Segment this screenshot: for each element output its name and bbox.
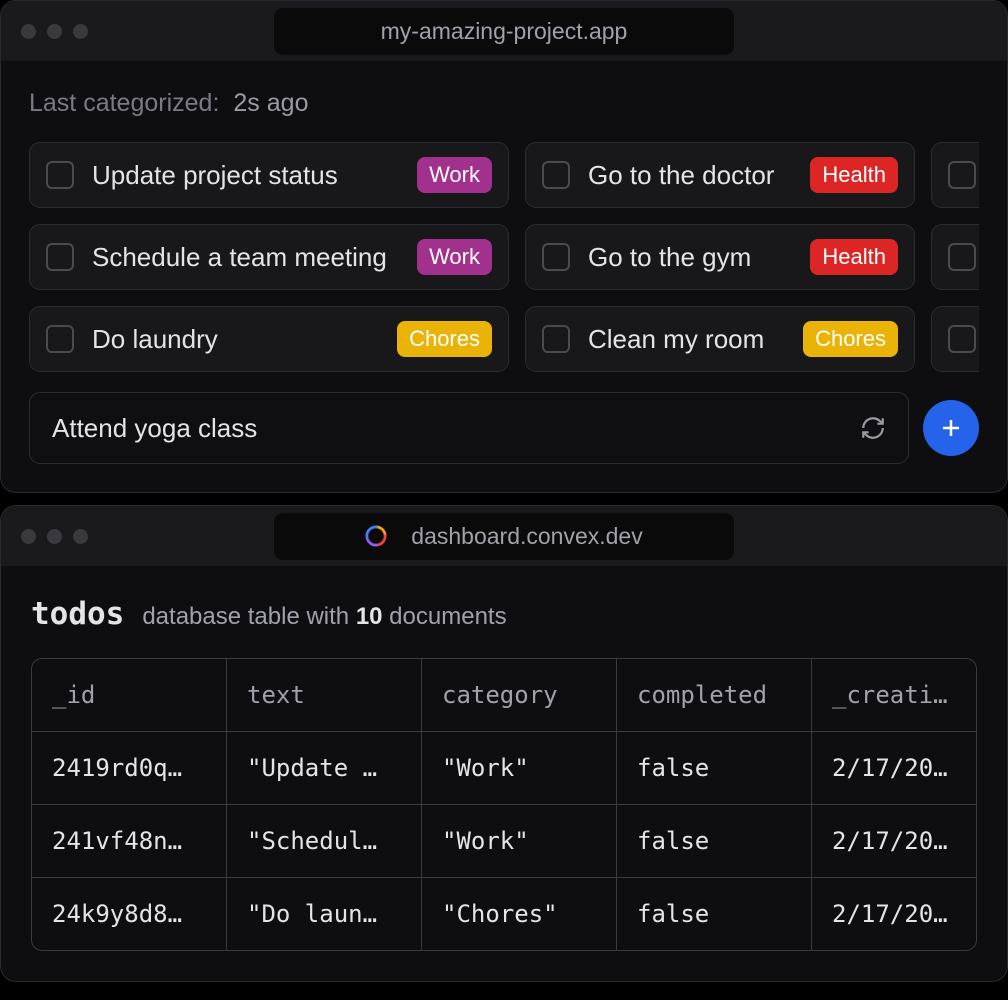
- cell-creation-time: 2/17/202…: [812, 878, 976, 950]
- todo-item[interactable]: Update project status Work: [29, 142, 509, 208]
- column-header[interactable]: _id: [32, 659, 227, 731]
- table-header-row: _id text category completed _creationTim: [32, 659, 976, 732]
- todo-checkbox[interactable]: [542, 325, 570, 353]
- todo-item-partial[interactable]: [931, 224, 979, 290]
- todo-item-partial[interactable]: [931, 142, 979, 208]
- plus-icon: [939, 416, 963, 440]
- todo-item[interactable]: Clean my room Chores: [525, 306, 915, 372]
- status-label: Last categorized:: [29, 89, 219, 118]
- app-titlebar: my-amazing-project.app: [1, 1, 1007, 61]
- cell-completed: false: [617, 878, 812, 950]
- category-badge: Work: [417, 157, 492, 193]
- cell-id: 241vf48n…: [32, 805, 227, 877]
- category-badge: Chores: [803, 321, 898, 357]
- traffic-lights: [21, 24, 88, 39]
- close-window-icon[interactable]: [21, 24, 36, 39]
- minimize-window-icon[interactable]: [47, 529, 62, 544]
- cell-creation-time: 2/17/202…: [812, 805, 976, 877]
- cell-creation-time: 2/17/202…: [812, 732, 976, 804]
- table-row[interactable]: 24k9y8d8… "Do laun… "Chores" false 2/17/…: [32, 878, 976, 950]
- todo-item[interactable]: Go to the gym Health: [525, 224, 915, 290]
- new-todo-input[interactable]: Attend yoga class: [29, 392, 909, 464]
- dashboard-window: dashboard.convex.dev todos database tabl…: [0, 505, 1008, 982]
- todo-checkbox[interactable]: [542, 161, 570, 189]
- cell-completed: false: [617, 805, 812, 877]
- todo-text: Do laundry: [92, 324, 379, 355]
- todo-text: Go to the doctor: [588, 160, 792, 191]
- table-row[interactable]: 241vf48n… "Schedul… "Work" false 2/17/20…: [32, 805, 976, 878]
- cell-completed: false: [617, 732, 812, 804]
- maximize-window-icon[interactable]: [73, 24, 88, 39]
- todo-checkbox[interactable]: [542, 243, 570, 271]
- cell-text: "Schedul…: [227, 805, 422, 877]
- table-row[interactable]: 2419rd0q… "Update … "Work" false 2/17/20…: [32, 732, 976, 805]
- cell-id: 24k9y8d8…: [32, 878, 227, 950]
- cell-category: "Work": [422, 805, 617, 877]
- maximize-window-icon[interactable]: [73, 529, 88, 544]
- column-header[interactable]: text: [227, 659, 422, 731]
- todo-item[interactable]: Go to the doctor Health: [525, 142, 915, 208]
- category-badge: Health: [810, 157, 898, 193]
- todo-text: Go to the gym: [588, 242, 792, 273]
- input-value: Attend yoga class: [52, 413, 257, 444]
- cell-category: "Work": [422, 732, 617, 804]
- todo-checkbox[interactable]: [46, 325, 74, 353]
- todo-text: Update project status: [92, 160, 399, 191]
- todo-checkbox[interactable]: [948, 161, 976, 189]
- cell-text: "Do laun…: [227, 878, 422, 950]
- todo-grid: Update project status Work Go to the doc…: [29, 142, 979, 372]
- close-window-icon[interactable]: [21, 529, 36, 544]
- minimize-window-icon[interactable]: [47, 24, 62, 39]
- cell-category: "Chores": [422, 878, 617, 950]
- column-header[interactable]: _creationTim: [812, 659, 976, 731]
- column-header[interactable]: category: [422, 659, 617, 731]
- status-line: Last categorized: 2s ago: [29, 89, 979, 118]
- refresh-icon[interactable]: [860, 415, 886, 441]
- address-bar[interactable]: my-amazing-project.app: [274, 8, 734, 55]
- todo-checkbox[interactable]: [948, 243, 976, 271]
- traffic-lights: [21, 529, 88, 544]
- app-window: my-amazing-project.app Last categorized:…: [0, 0, 1008, 493]
- dashboard-titlebar: dashboard.convex.dev: [1, 506, 1007, 566]
- table-description: database table with 10 documents: [142, 603, 506, 631]
- convex-logo-icon: [365, 525, 387, 547]
- address-url: dashboard.convex.dev: [411, 523, 642, 550]
- category-badge: Chores: [397, 321, 492, 357]
- status-value: 2s ago: [233, 89, 308, 118]
- todo-checkbox[interactable]: [46, 243, 74, 271]
- add-todo-button[interactable]: [923, 400, 979, 456]
- category-badge: Work: [417, 239, 492, 275]
- new-todo-row: Attend yoga class: [29, 392, 979, 464]
- todo-item[interactable]: Schedule a team meeting Work: [29, 224, 509, 290]
- todo-item[interactable]: Do laundry Chores: [29, 306, 509, 372]
- column-header[interactable]: completed: [617, 659, 812, 731]
- todo-text: Schedule a team meeting: [92, 242, 399, 273]
- table-name: todos: [31, 596, 124, 632]
- cell-text: "Update …: [227, 732, 422, 804]
- todo-checkbox[interactable]: [46, 161, 74, 189]
- database-table: _id text category completed _creationTim…: [31, 658, 977, 951]
- cell-id: 2419rd0q…: [32, 732, 227, 804]
- todo-text: Clean my room: [588, 324, 785, 355]
- table-title-row: todos database table with 10 documents: [31, 596, 977, 632]
- category-badge: Health: [810, 239, 898, 275]
- todo-item-partial[interactable]: [931, 306, 979, 372]
- address-url: my-amazing-project.app: [381, 18, 628, 45]
- address-bar[interactable]: dashboard.convex.dev: [274, 513, 734, 560]
- todo-checkbox[interactable]: [948, 325, 976, 353]
